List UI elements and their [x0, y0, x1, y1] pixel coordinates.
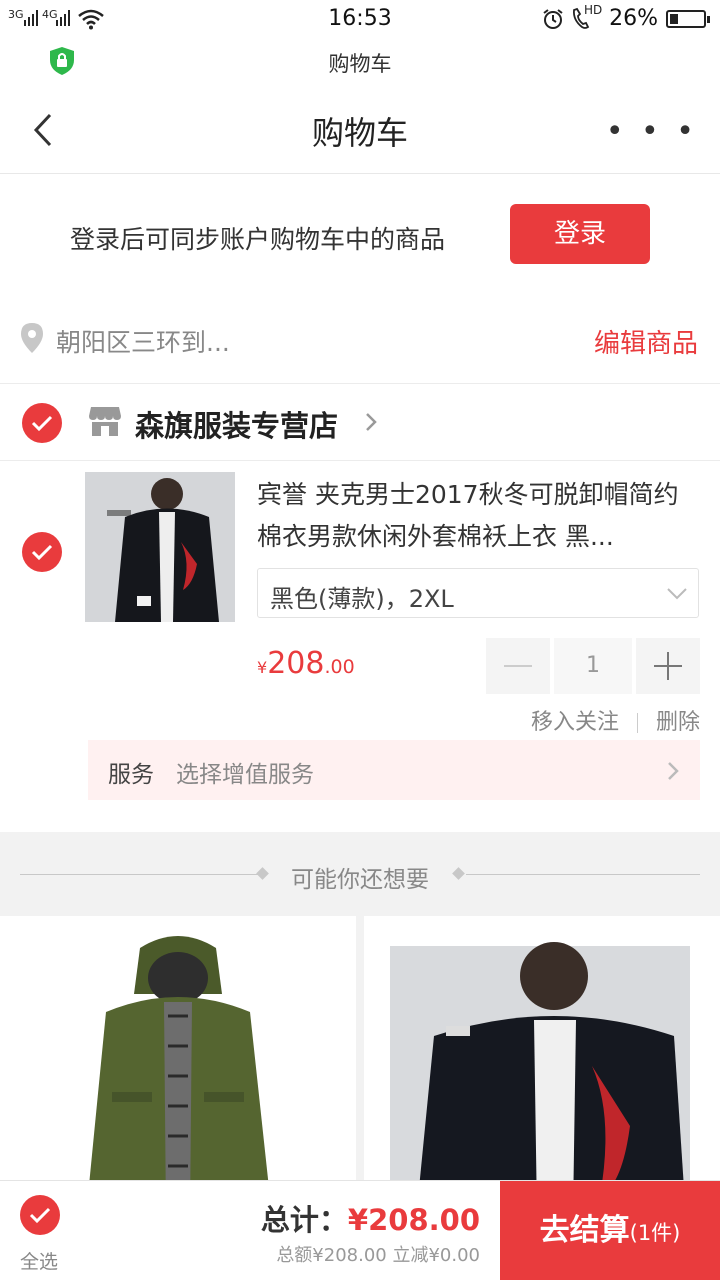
price-decimal: .00 — [324, 656, 355, 678]
store-icon — [89, 407, 121, 436]
chevron-down-icon — [667, 588, 687, 600]
battery-percent: 26% — [609, 6, 658, 31]
location-pin-icon — [21, 323, 43, 353]
edit-items-button[interactable]: 编辑商品 — [594, 323, 698, 360]
price-integer: 208 — [267, 646, 325, 681]
item-actions: 移入关注 删除 — [531, 704, 700, 736]
minus-icon[interactable] — [486, 638, 550, 694]
divider — [466, 874, 700, 875]
total-price: 总计：¥208.00 — [261, 1197, 480, 1239]
shop-select-checkbox[interactable] — [22, 403, 62, 443]
status-bar: 3G 4G 16:53 HD 26% — [0, 0, 720, 40]
login-hint-text: 登录后可同步账户购物车中的商品 — [70, 225, 446, 254]
checkout-count: (1件) — [629, 1221, 681, 1245]
checkout-button[interactable]: 去结算(1件) — [500, 1181, 720, 1280]
total-label: 总计： — [260, 1203, 348, 1237]
checkout-label: 去结算 — [539, 1213, 630, 1248]
price-currency: ¥ — [257, 658, 268, 677]
plus-icon[interactable] — [636, 638, 700, 694]
select-all-checkbox[interactable] — [20, 1195, 60, 1235]
service-value: 选择增值服务 — [176, 762, 314, 788]
chevron-right-icon — [366, 413, 377, 431]
recommendations-title: 可能你还想要 — [291, 867, 429, 893]
check-icon — [29, 1207, 51, 1224]
hd-label: HD — [584, 3, 603, 17]
spec-selector[interactable]: 黑色(薄款)，2XL — [257, 568, 699, 618]
shop-header[interactable]: 森旗服装专营店 — [0, 385, 720, 461]
alarm-icon — [543, 9, 563, 29]
delete-button[interactable]: 删除 — [656, 710, 700, 735]
total-amount: ¥208.00 — [347, 1203, 480, 1237]
login-banner: 登录后可同步账户购物车中的商品 登录 — [0, 175, 720, 295]
nav-bar: 购物车 • • • — [0, 84, 720, 174]
subtotal-breakdown: 总额¥208.00 立减¥0.00 — [276, 1245, 480, 1266]
check-icon — [31, 544, 53, 561]
recommendations-header: 可能你还想要 — [0, 832, 720, 916]
checkout-bar: 全选 总计：¥208.00 总额¥208.00 立减¥0.00 去结算(1件) — [0, 1180, 720, 1280]
login-button[interactable]: 登录 — [510, 204, 650, 264]
browser-title-bar: 购物车 — [0, 40, 720, 84]
divider — [636, 713, 638, 733]
service-label: 服务 — [108, 762, 154, 788]
cart-item: 宾誉 夹克男士2017秋冬可脱卸帽简约棉衣男款休闲外套棉袄上衣 黑... 黑色(… — [0, 462, 720, 832]
product-title[interactable]: 宾誉 夹克男士2017秋冬可脱卸帽简约棉衣男款休闲外套棉袄上衣 黑... — [257, 474, 697, 558]
address-row: 朝阳区三环到... 编辑商品 — [0, 298, 720, 384]
spec-value: 黑色(薄款)，2XL — [270, 585, 454, 613]
jacket-image — [85, 472, 235, 622]
more-icon[interactable]: • • • — [606, 114, 698, 149]
quantity-value[interactable]: 1 — [554, 638, 632, 694]
shop-name[interactable]: 森旗服装专营店 — [135, 403, 338, 445]
move-to-favorites-button[interactable]: 移入关注 — [531, 710, 619, 735]
battery-fill — [670, 14, 679, 24]
select-all-label[interactable]: 全选 — [20, 1247, 58, 1274]
check-icon — [31, 415, 53, 432]
service-selector[interactable]: 服务 选择增值服务 — [88, 740, 700, 800]
item-select-checkbox[interactable] — [22, 532, 62, 572]
product-thumbnail[interactable] — [85, 472, 235, 622]
delivery-address[interactable]: 朝阳区三环到... — [56, 323, 230, 359]
item-price: ¥208.00 — [257, 646, 355, 681]
site-title: 购物车 — [328, 52, 392, 76]
quantity-stepper: 1 — [486, 638, 700, 694]
chevron-right-icon — [668, 762, 679, 780]
battery-icon — [666, 10, 710, 28]
